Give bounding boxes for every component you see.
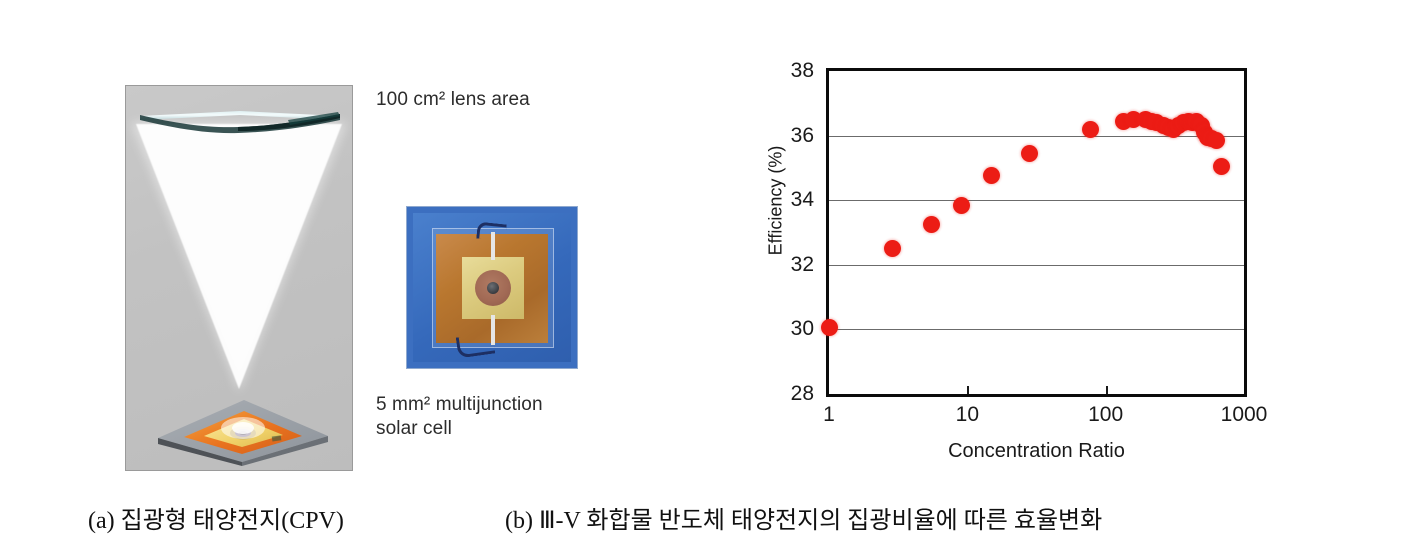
y-tick-label: 32 — [790, 252, 814, 276]
x-tick-label: 1 — [823, 403, 835, 426]
gridline — [829, 329, 1244, 331]
caption-panel-a: (a) 집광형 태양전지(CPV) — [88, 508, 344, 534]
figure-canvas: 100 cm² lens area 5 mm² multijunction so… — [0, 0, 1408, 554]
caption-panel-b: (b) Ⅲ-V 화합물 반도체 태양전지의 집광비율에 따른 효율변화 — [505, 508, 1103, 534]
data-point — [952, 196, 970, 214]
x-tick-label: 100 — [1088, 403, 1124, 426]
data-point — [983, 167, 1001, 185]
photo-lead-top — [476, 221, 507, 242]
photo-cell-center — [487, 282, 499, 294]
gridline — [829, 200, 1244, 202]
light-cone — [136, 124, 342, 389]
multijunction-solar-cell-photo — [406, 206, 578, 369]
x-tick-label: 10 — [955, 403, 979, 426]
plot-area — [820, 68, 1247, 397]
lens-area-label: 100 cm² lens area — [376, 89, 530, 110]
gridline — [829, 264, 1244, 266]
fresnel-lens-icon — [140, 111, 340, 134]
cpv-concentrator-illustration — [125, 85, 353, 471]
data-point — [922, 215, 940, 233]
solar-cell-assembly — [158, 400, 328, 466]
data-point — [820, 319, 838, 337]
y-tick-label: 30 — [790, 317, 814, 341]
x-axis-label: Concentration Ratio — [948, 440, 1125, 462]
cell-area-label: 5 mm² multijunction solar cell — [376, 394, 543, 440]
y-tick-label: 38 — [790, 59, 814, 82]
data-point — [1020, 144, 1038, 162]
x-tick-mark — [967, 386, 970, 394]
gridline — [829, 135, 1244, 137]
efficiency-vs-concentration-chart: Efficiency (%) 28 30 32 34 36 38 1 10 100 1000 C… — [740, 40, 1300, 490]
x-tick-mark — [1105, 386, 1108, 394]
y-tick-label: 36 — [790, 123, 814, 147]
data-point — [1082, 120, 1100, 138]
y-tick-label: 34 — [790, 188, 814, 212]
y-tick-label: 28 — [790, 382, 814, 405]
x-tick-label: 1000 — [1220, 403, 1268, 426]
data-point — [1207, 131, 1225, 149]
data-point — [1213, 157, 1231, 175]
data-point — [884, 240, 902, 258]
